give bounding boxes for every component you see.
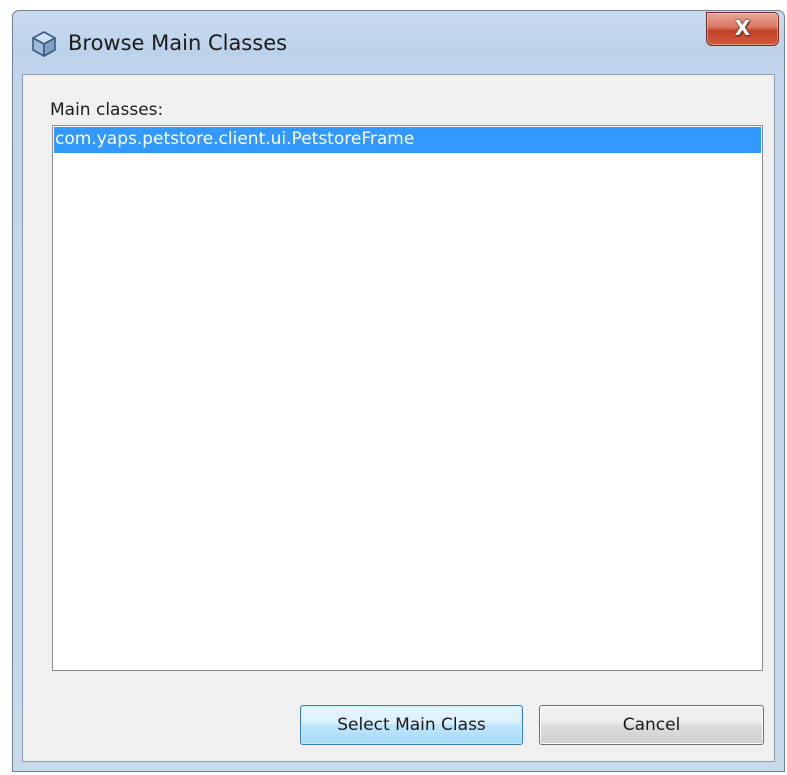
select-main-class-button[interactable]: Select Main Class: [300, 705, 523, 745]
close-button[interactable]: X: [706, 12, 779, 46]
main-classes-list[interactable]: com.yaps.petstore.client.ui.PetstoreFram…: [52, 125, 763, 671]
cancel-button[interactable]: Cancel: [539, 705, 764, 745]
close-icon: X: [734, 16, 751, 40]
dialog-content: Main classes: com.yaps.petstore.client.u…: [22, 74, 775, 762]
title-bar[interactable]: Browse Main Classes X: [13, 11, 784, 75]
main-classes-label: Main classes:: [50, 100, 164, 120]
browse-main-classes-dialog: Browse Main Classes X Main classes: com.…: [12, 10, 785, 772]
window-title: Browse Main Classes: [68, 31, 288, 55]
list-item[interactable]: com.yaps.petstore.client.ui.PetstoreFram…: [54, 127, 761, 153]
netbeans-cube-icon: [30, 30, 58, 58]
